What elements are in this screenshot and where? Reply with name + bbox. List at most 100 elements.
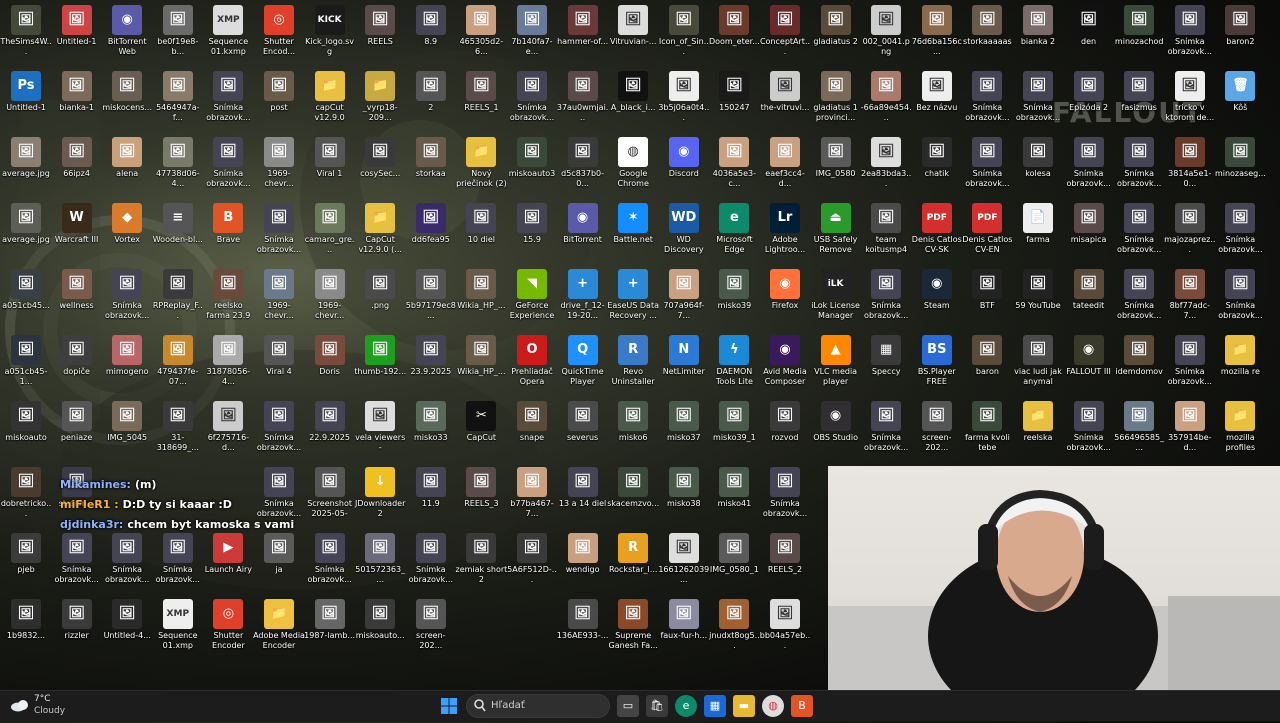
desktop-icon[interactable]: 🖼 the-vitruvi... — [759, 68, 811, 113]
desktop-icon[interactable]: 🖼 Snímka obrazovk... — [961, 134, 1013, 189]
desktop-icon[interactable]: Q QuickTime Player — [557, 332, 609, 387]
desktop-icon[interactable]: 🖼 REELS_2 — [759, 530, 811, 575]
desktop-icon[interactable]: 🖼 REELS_3 — [455, 464, 507, 509]
desktop-icon[interactable]: 🖼 8bf77adc-7... — [1164, 266, 1216, 321]
desktop-icon[interactable]: B Brave — [202, 200, 254, 245]
desktop-icon[interactable]: 🖼 rizzler — [51, 596, 103, 641]
desktop-icon[interactable]: 🖼 1969-chevr... — [253, 266, 305, 321]
desktop-icon[interactable]: 🖼 dopiče — [51, 332, 103, 377]
desktop-icon[interactable]: 📁 reelska — [1012, 398, 1064, 443]
start-icon[interactable] — [438, 695, 460, 717]
desktop-icon[interactable]: 🖼 be0f19e8-b... — [152, 2, 204, 57]
desktop-icon[interactable]: 🖼 ConceptArt... — [759, 2, 811, 57]
desktop-icon[interactable]: 🖼 2ea83bda3... — [860, 134, 912, 189]
desktop-icon[interactable]: ⏏ USB Safely Remove — [810, 200, 862, 255]
desktop-icon[interactable]: 🖼 bianka 2 — [1012, 2, 1064, 47]
desktop-icon[interactable]: XMP Sequence 01.xmp — [152, 596, 204, 651]
desktop-icon[interactable]: 🖼 1b9832... — [0, 596, 52, 641]
desktop-icon[interactable]: 🖼 camaro_gre... — [304, 200, 356, 255]
desktop-icon[interactable]: 🖼 bianka-1 — [51, 68, 103, 113]
desktop-icon[interactable]: 🖼 average.jpg — [0, 134, 52, 179]
desktop-icon[interactable]: 🖼 farma kvoli tebe — [961, 398, 1013, 453]
desktop-icon[interactable]: + drive_f_12-19-20... — [557, 266, 609, 321]
desktop-icon[interactable]: 🖼 viac ludi jak anymal — [1012, 332, 1064, 387]
desktop-icon[interactable]: 🖼 59 YouTube — [1012, 266, 1064, 311]
desktop-icon[interactable]: ◉ FALLOUT III — [1063, 332, 1115, 377]
desktop-icon[interactable]: 🖼 -66a89e454... — [860, 68, 912, 123]
desktop-icon[interactable]: 🖼 post — [253, 68, 305, 113]
desktop-icon[interactable]: 🖼 Vitruvian-... — [607, 2, 659, 47]
desktop-icon[interactable]: 🖼 3b5j06a0t4... — [658, 68, 710, 123]
desktop-icon[interactable]: ◆ Vortex — [101, 200, 153, 245]
desktop-icon[interactable]: R Revo Uninstaller — [607, 332, 659, 387]
desktop-icon[interactable]: 🖼 chatik — [911, 134, 963, 179]
desktop-icon[interactable]: ◎ Shutter Encod... — [253, 2, 305, 57]
desktop-icon[interactable]: 🖼 fasizmus — [1113, 68, 1165, 113]
desktop-icon[interactable]: 🖼 Untitled-4... — [101, 596, 153, 641]
desktop-icon[interactable]: 🖼 screen-202... — [405, 596, 457, 651]
desktop-icon[interactable]: ◥ GeForce Experience — [506, 266, 558, 321]
desktop-icon[interactable]: 📁 CapCut v12.9.0 (... — [354, 200, 406, 255]
desktop-icon[interactable]: 🖼 idemdomov — [1113, 332, 1165, 377]
desktop-icon[interactable]: 🖼 misko33 — [405, 398, 457, 443]
desktop-icon[interactable]: 🖼 Snímka obrazovk... — [860, 398, 912, 453]
desktop-icon[interactable]: 🖼 479437fe-07... — [152, 332, 204, 387]
desktop-icon[interactable]: 🖼 Supreme Ganesh Fa... — [607, 596, 659, 651]
desktop-icon[interactable]: Ps Untitled-1 — [0, 68, 52, 113]
desktop-icon[interactable]: ◉ OBS Studio — [810, 398, 862, 443]
desktop-icon[interactable]: ◉ Firefox — [759, 266, 811, 311]
desktop-icon[interactable]: ◎ Shutter Encoder — [202, 596, 254, 651]
desktop-icon[interactable]: 🖼 gladiatus 2 — [810, 2, 862, 47]
desktop-icon[interactable]: ▦ Speccy — [860, 332, 912, 377]
desktop-icon[interactable]: 🖼 Snímka obrazovk... — [202, 68, 254, 123]
weather-widget[interactable]: 7°C Cloudy — [10, 694, 80, 718]
desktop-icon[interactable]: 🖼 skacemzvo... — [607, 464, 659, 509]
desktop-icon[interactable]: 🖼 kolesa — [1012, 134, 1064, 179]
desktop-icon[interactable]: ϟ DAEMON Tools Lite — [708, 332, 760, 387]
desktop-icon[interactable]: 🖼 cosySec... — [354, 134, 406, 179]
desktop-icon[interactable]: 🖼 Viral 1 — [304, 134, 356, 179]
desktop-icon[interactable]: PDF Denis Catlos CV-SK — [911, 200, 963, 255]
desktop-icon[interactable]: 🖼 IMG_5045 — [101, 398, 153, 443]
desktop-icon[interactable]: 🖼 37au0wmjai... — [557, 68, 609, 123]
desktop-icon[interactable]: 🖼 11.9 — [405, 464, 457, 509]
desktop-icon[interactable]: 🖼 IMG_0580 — [810, 134, 862, 179]
desktop-icon[interactable]: 🖼 31878056-4... — [202, 332, 254, 387]
desktop-icon[interactable]: 🖼 REELS — [354, 2, 406, 47]
desktop-icon[interactable]: 🖼 Snímka obrazovk... — [253, 398, 305, 453]
desktop-icon[interactable]: 🖼 baron2 — [1214, 2, 1266, 47]
desktop-icon[interactable]: 🖼 501572363_... — [354, 530, 406, 585]
desktop-icon[interactable]: 🖼 average.jpg — [0, 200, 52, 245]
desktop-icon[interactable]: 🖼 1987-lamb... — [304, 596, 356, 641]
desktop-icon[interactable]: 🖼 A_black_i... — [607, 68, 659, 113]
desktop-icon[interactable]: 🖼 Snímka obrazovk... — [961, 68, 1013, 123]
desktop-icon[interactable]: Lr Adobe Lightroo... — [759, 200, 811, 255]
desktop-icon[interactable]: 📁 Adobe Media Encoder 20... — [253, 596, 305, 651]
desktop-icon[interactable]: 🖼 Snímka obrazovk... — [152, 530, 204, 585]
desktop-icon[interactable]: 🖼 Snímka obrazovk... — [1063, 134, 1115, 189]
desktop-icon[interactable]: 🖼 pjeb — [0, 530, 52, 575]
desktop-icon[interactable]: 🖼 rozvod — [759, 398, 811, 443]
desktop-icon[interactable]: 🖼 TheSims4W... — [0, 2, 52, 57]
desktop-icon[interactable]: ✶ Battle.net — [607, 200, 659, 245]
desktop-icon[interactable]: 🖼 Snímka obrazovk... — [405, 530, 457, 585]
desktop-icon[interactable]: 🖼 faux-fur-h... — [658, 596, 710, 641]
desktop-icon[interactable]: 🖼 reelsko farma 23.9 — [202, 266, 254, 321]
desktop-icon[interactable]: 🖼 vela viewers - botí.skurveni — [354, 398, 406, 453]
desktop-icon[interactable]: 📁 mozilla re — [1214, 332, 1266, 377]
desktop-icon[interactable]: WD WD Discovery — [658, 200, 710, 255]
desktop-icon[interactable]: 🖼 misko39 — [708, 266, 760, 311]
desktop-icon[interactable]: 🖼 13 a 14 diel — [557, 464, 609, 509]
desktop-icon[interactable]: 🖼 zemiak short 2 — [455, 530, 507, 585]
desktop-icon[interactable]: 🖼 31-318699_... — [152, 398, 204, 453]
desktop-icon[interactable]: 🖼 Snímka obrazovk... — [304, 530, 356, 585]
desktop-icon[interactable]: + EaseUS Data Recovery ... — [607, 266, 659, 321]
desktop-icon[interactable]: iLK iLok License Manager — [810, 266, 862, 321]
desktop-icon[interactable]: BS BS.Player FREE — [911, 332, 963, 387]
desktop-icon[interactable]: 🖼 8.9 — [405, 2, 457, 47]
desktop-icon[interactable]: 🖼 misko38 — [658, 464, 710, 509]
desktop-icon[interactable]: 🖼 5b97179ec8... — [405, 266, 457, 321]
desktop-icon[interactable]: 🖼 15.9 — [506, 200, 558, 245]
search-box[interactable]: Hľadať — [466, 694, 610, 718]
desktop-icon[interactable]: 🖼 jnudxt8og5... — [708, 596, 760, 651]
